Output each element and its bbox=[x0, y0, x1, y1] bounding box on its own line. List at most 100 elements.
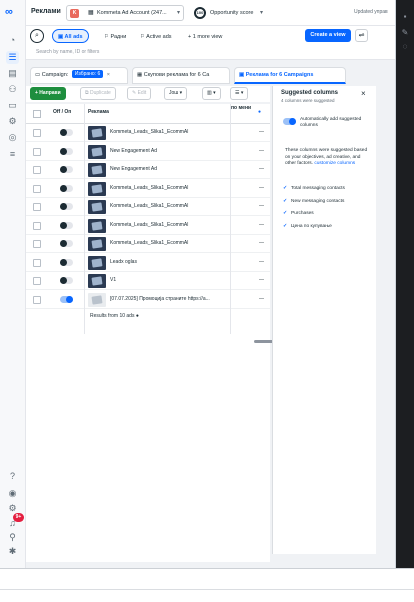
table-row[interactable]: New Engagement Ad — bbox=[26, 161, 270, 179]
ad-name-link[interactable]: Kommeta_Leads_Slika1_EcommAl bbox=[110, 240, 228, 246]
profile-icon[interactable]: ◉ bbox=[6, 487, 19, 500]
opportunity-score-label: Opportunity score bbox=[210, 10, 254, 16]
col-info-icon[interactable]: ● bbox=[258, 109, 261, 115]
edit-pencil-icon[interactable]: ✎ bbox=[400, 28, 410, 38]
ad-status-toggle[interactable] bbox=[60, 240, 73, 247]
ad-name-link[interactable]: Kommeta_Leads_Slika1_EcommAl bbox=[110, 185, 228, 191]
window-control-icon[interactable]: ▪ bbox=[400, 12, 410, 22]
ad-status-toggle[interactable] bbox=[60, 203, 73, 210]
table-row[interactable]: V1 — bbox=[26, 272, 270, 290]
more-actions-button[interactable]: Још ▾ bbox=[164, 87, 188, 100]
ad-status-toggle[interactable] bbox=[60, 129, 73, 136]
bug-report-icon[interactable]: ✱ bbox=[6, 545, 19, 558]
row-checkbox[interactable] bbox=[33, 221, 41, 230]
opportunity-score-selector[interactable]: 100 Opportunity score ▾ bbox=[192, 5, 268, 21]
row-checkbox[interactable] bbox=[33, 147, 41, 156]
close-icon[interactable]: × bbox=[107, 72, 110, 78]
selected-count-tag: Избрано: 6 bbox=[71, 70, 104, 78]
view-radni[interactable]: ⚐ Радни bbox=[98, 29, 132, 43]
view-settings-icon[interactable]: ⇌ bbox=[355, 29, 368, 42]
more-views-button[interactable]: + 1 more view bbox=[182, 29, 228, 43]
row-checkbox[interactable] bbox=[33, 203, 41, 211]
customize-columns-link[interactable]: customize columns bbox=[314, 161, 355, 166]
columns-button[interactable]: ▥ ▾ bbox=[202, 87, 221, 100]
billing-icon[interactable]: ▭ bbox=[6, 99, 19, 112]
ad-status-toggle[interactable] bbox=[60, 277, 73, 284]
duplicate-button[interactable]: ⧉ Duplicate bbox=[80, 87, 116, 100]
search-bar[interactable]: Search by name, ID or filters bbox=[26, 46, 395, 60]
panel-scrollbar[interactable] bbox=[376, 86, 380, 554]
table-row[interactable]: [07.07.2025] Промоција страните https://… bbox=[26, 291, 270, 309]
ad-status-toggle[interactable] bbox=[60, 221, 73, 229]
col-off-on[interactable]: Off / On bbox=[53, 109, 71, 115]
accounts-icon[interactable]: ◎ bbox=[6, 131, 19, 144]
ad-name-link[interactable]: Leadx oglas bbox=[110, 259, 228, 265]
row-checkbox[interactable] bbox=[33, 166, 41, 174]
ad-name-link[interactable]: V1 bbox=[110, 277, 228, 283]
ad-thumbnail bbox=[88, 181, 106, 196]
suggested-column-item: ✓ Цена по купување bbox=[283, 223, 332, 229]
ad-name-link[interactable]: New Engagement Ad bbox=[110, 166, 228, 172]
audiences-icon[interactable]: ⚇ bbox=[6, 83, 19, 96]
ad-name-link[interactable]: Kommeta_Leads_Slika1_EcommAl bbox=[110, 129, 228, 135]
col-ad-name[interactable]: Реклама bbox=[88, 109, 109, 115]
ad-thumbnail bbox=[88, 163, 106, 177]
search-toggle-icon[interactable]: ⌕ bbox=[30, 29, 44, 43]
ad-name-link[interactable]: Kommeta_Leads_Slika1_EcommAl bbox=[110, 222, 228, 228]
ad-status-toggle[interactable] bbox=[60, 166, 73, 173]
col-extra[interactable]: по мени bbox=[231, 105, 253, 112]
suggested-columns-panel: Suggested columns 4 columns were suggest… bbox=[272, 86, 376, 554]
row-checkbox[interactable] bbox=[33, 129, 41, 137]
auto-add-toggle[interactable] bbox=[283, 118, 296, 125]
search-icon[interactable]: ⚲ bbox=[6, 531, 19, 544]
table-toolbar: + Направи ⧉ Duplicate ✎ Edit Још ▾ ▥ ▾ ☰… bbox=[26, 86, 270, 102]
reports-icon[interactable]: ▤ bbox=[6, 67, 19, 80]
close-icon[interactable]: × bbox=[361, 89, 366, 98]
tab-ad-sets[interactable]: ▦ Скупови реклама for 6 Ca bbox=[132, 67, 230, 84]
ad-name-link[interactable]: Kommeta_Leads_Slika1_EcommAl bbox=[110, 203, 228, 209]
table-row[interactable]: Kommeta_Leads_Slika1_EcommAl — bbox=[26, 235, 270, 253]
ad-status-toggle[interactable] bbox=[60, 184, 73, 192]
ad-thumbnail bbox=[88, 255, 106, 270]
ad-name-link[interactable]: [07.07.2025] Промоција страните https://… bbox=[110, 296, 228, 302]
table-row[interactable]: Kommeta_Leads_Slika1_EcommAl — bbox=[26, 217, 270, 235]
tab-campaigns[interactable]: ▭ Campaign: Избрано: 6 × bbox=[30, 67, 128, 84]
create-view-button[interactable]: Create a view bbox=[305, 29, 351, 42]
info-icon[interactable]: ● bbox=[136, 313, 139, 319]
edit-button[interactable]: ✎ Edit bbox=[127, 87, 152, 100]
view-active-ads[interactable]: ⚐ Active ads bbox=[134, 29, 178, 43]
campaigns-table-icon[interactable]: ☰ bbox=[6, 51, 19, 64]
table-row[interactable]: Leadx oglas — bbox=[26, 254, 270, 272]
table-row[interactable]: Kommeta_Leads_Slika1_EcommAl — bbox=[26, 124, 270, 142]
ad-status-toggle[interactable] bbox=[60, 147, 73, 155]
breakdown-button[interactable]: ☰ ▾ bbox=[230, 87, 249, 100]
ad-thumbnail bbox=[88, 144, 106, 159]
row-checkbox[interactable] bbox=[33, 277, 41, 285]
all-tools-icon[interactable]: ≡ bbox=[6, 148, 19, 161]
account-name: Kommeta Ad Account (247... bbox=[97, 10, 167, 16]
info-icon[interactable]: ◌ bbox=[400, 42, 410, 52]
table-row[interactable]: Kommeta_Leads_Slika1_EcommAl — bbox=[26, 198, 270, 216]
row-checkbox[interactable] bbox=[33, 184, 41, 193]
ad-name-link[interactable]: New Engagement Ad bbox=[110, 148, 228, 154]
help-icon[interactable]: ? bbox=[6, 470, 19, 483]
tab-ads[interactable]: ▣ Реклама for 6 Campaigns bbox=[234, 67, 346, 84]
table-row[interactable]: New Engagement Ad — bbox=[26, 143, 270, 161]
dashboard-icon[interactable]: ◔ bbox=[6, 34, 19, 47]
notifications-icon[interactable]: ♫ bbox=[6, 517, 19, 530]
view-all-ads[interactable]: ▣ All ads bbox=[52, 29, 89, 43]
ad-status-toggle[interactable] bbox=[60, 258, 73, 266]
search-input[interactable]: Search by name, ID or filters bbox=[36, 49, 99, 55]
row-checkbox[interactable] bbox=[33, 258, 41, 267]
checkmark-icon: ✓ bbox=[283, 223, 288, 229]
ad-thumbnail bbox=[88, 237, 106, 251]
account-selector[interactable]: K ▦ Kommeta Ad Account (247... ▾ bbox=[66, 5, 184, 21]
events-icon[interactable]: ⚙ bbox=[6, 115, 19, 128]
row-checkbox[interactable] bbox=[33, 240, 41, 248]
row-checkbox[interactable] bbox=[33, 295, 41, 304]
table-row[interactable]: Kommeta_Leads_Slika1_EcommAl — bbox=[26, 180, 270, 198]
select-all-checkbox[interactable] bbox=[33, 110, 41, 118]
create-ad-button[interactable]: + Направи bbox=[30, 87, 66, 100]
meta-logo-icon[interactable]: ∞ bbox=[5, 7, 21, 18]
ad-status-toggle[interactable] bbox=[60, 295, 73, 303]
